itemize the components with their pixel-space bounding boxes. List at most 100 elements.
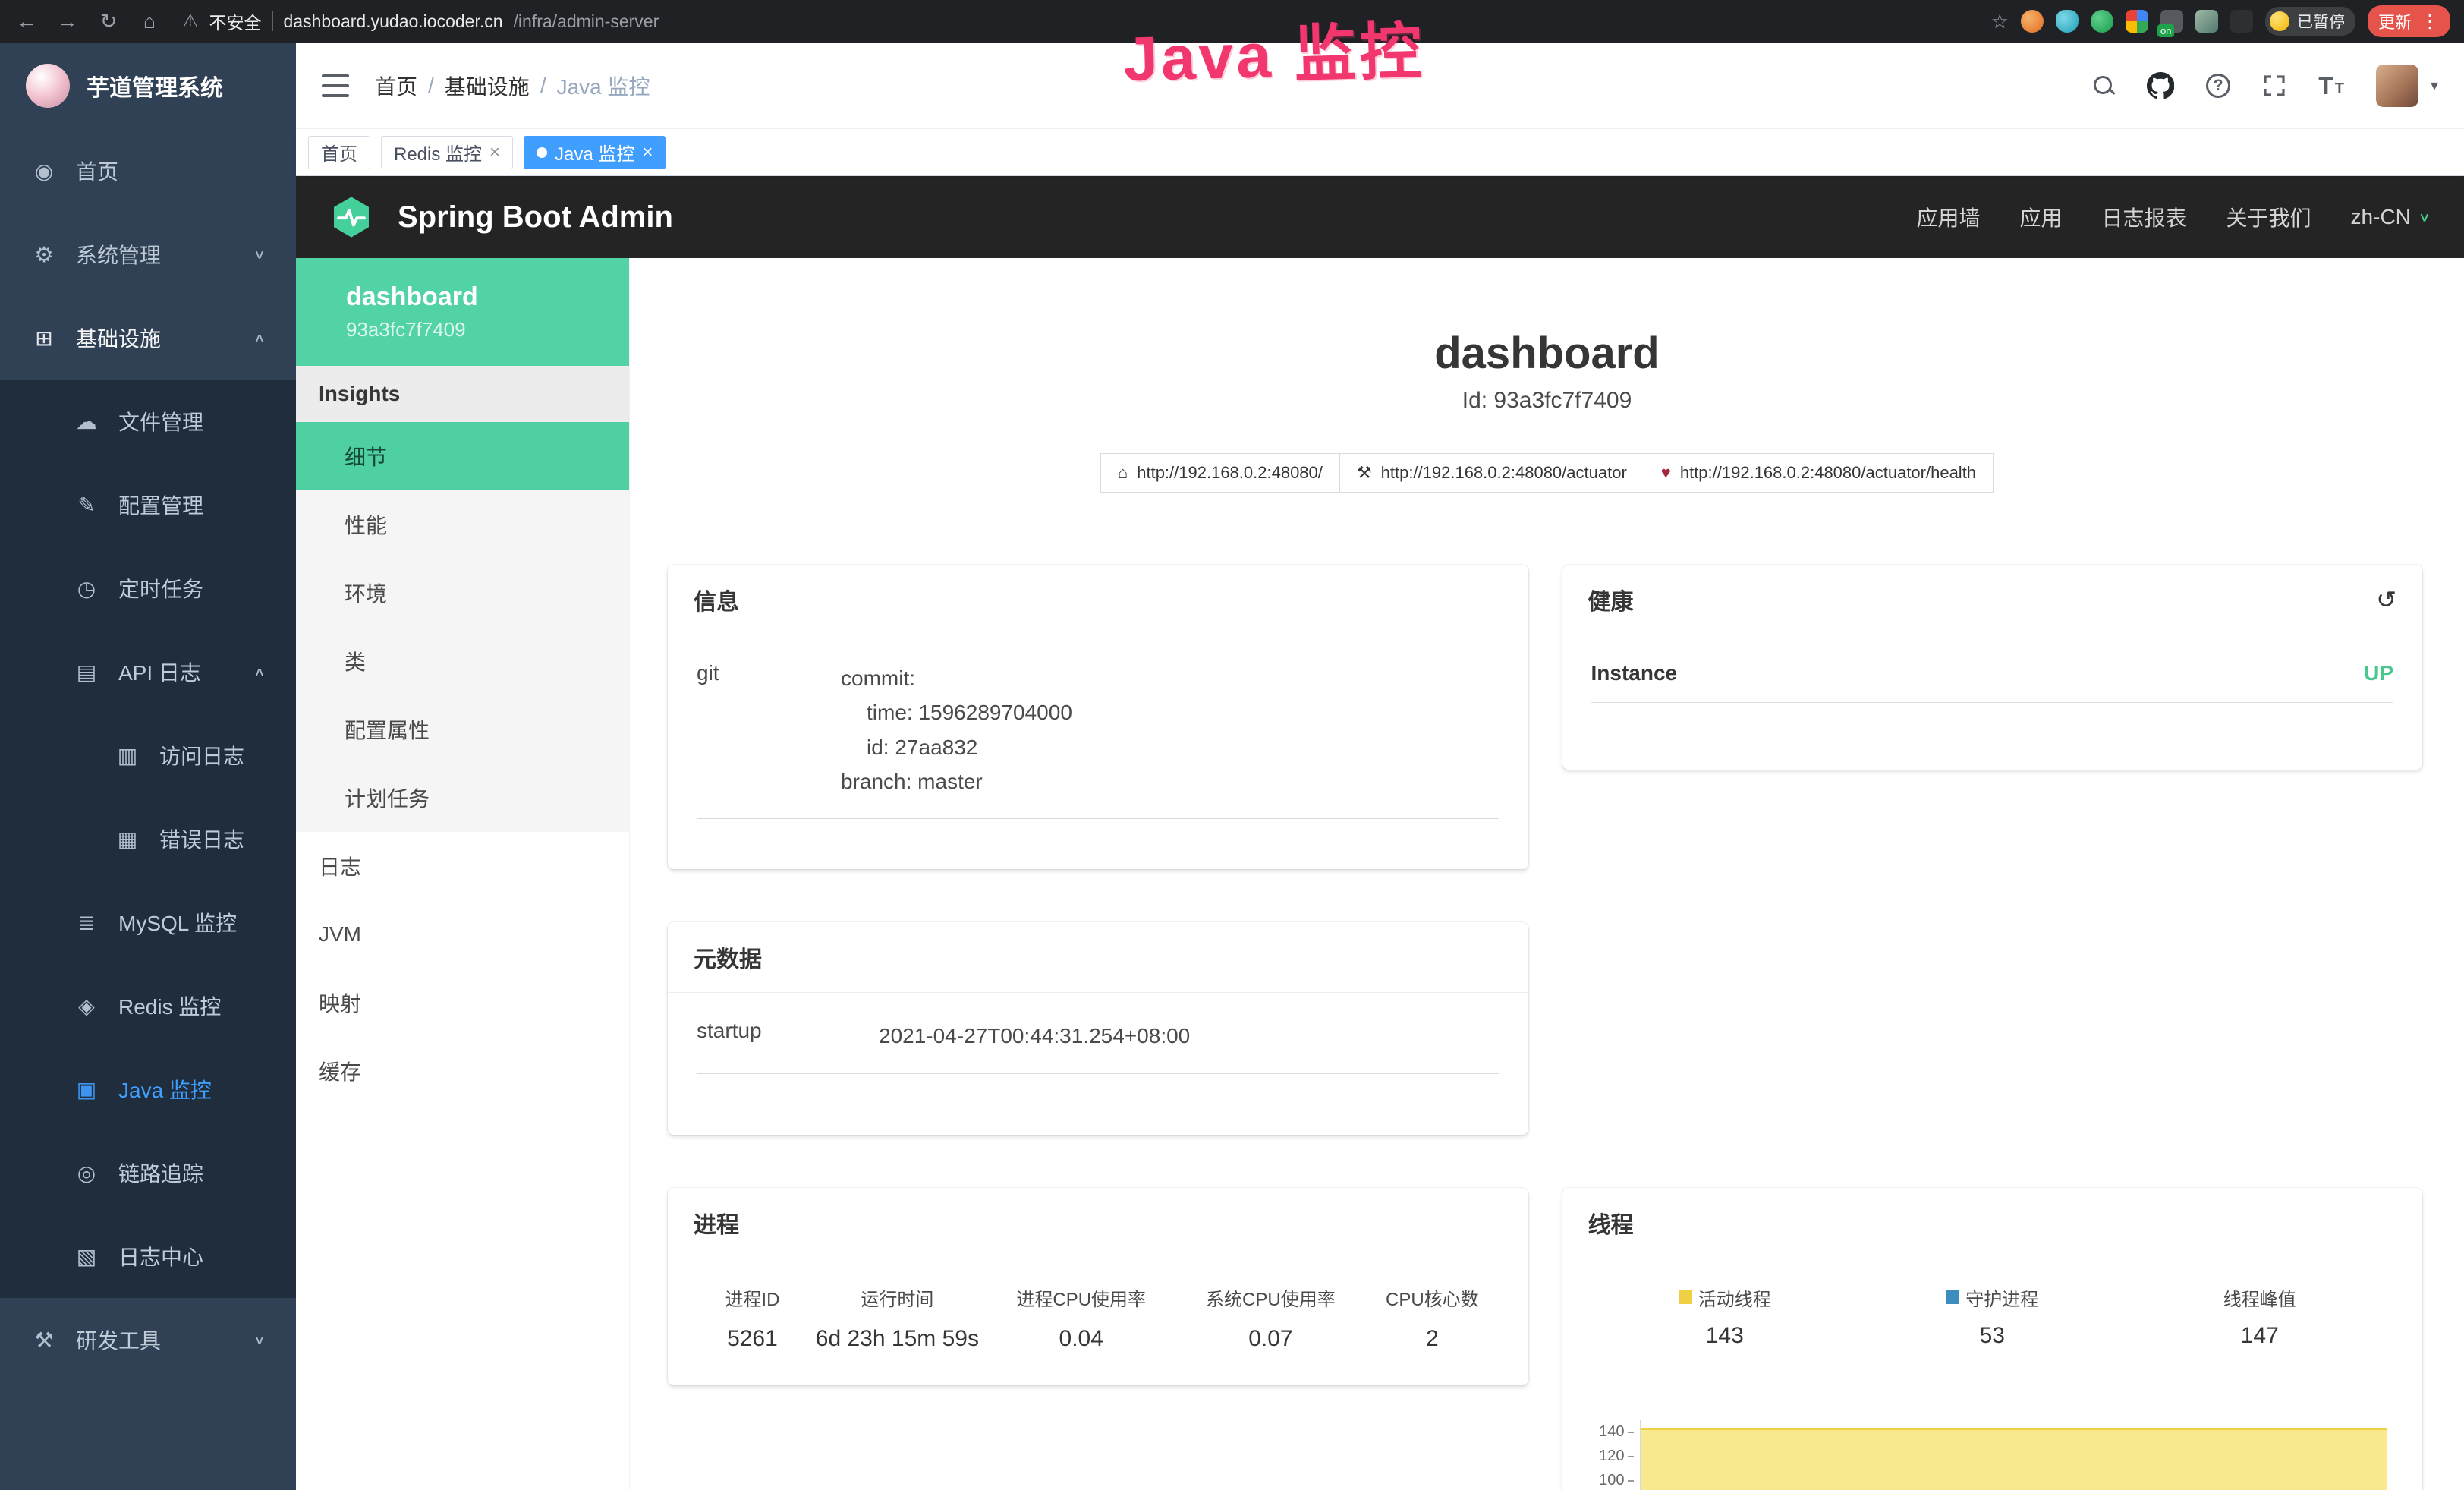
app-logo[interactable]: 芋道管理系统 [0, 43, 296, 129]
url-host[interactable]: dashboard.yudao.iocoder.cn [284, 11, 503, 32]
security-warning-icon: ⚠ [182, 11, 199, 33]
breadcrumb-infrastructure[interactable]: 基础设施 [445, 71, 530, 101]
topbar-actions: ? T T ▾ [2092, 65, 2438, 107]
health-row-instance[interactable]: Instance UP [1591, 661, 2394, 703]
sba-item-classes[interactable]: 类 [296, 627, 629, 695]
process-cpu-value: 0.04 [987, 1326, 1176, 1352]
sidebar-item-file-management[interactable]: ☁ 文件管理 [0, 380, 296, 463]
sidebar-item-java-monitor[interactable]: ▣ Java 监控 [0, 1047, 296, 1131]
close-icon[interactable]: × [489, 143, 500, 162]
address-bar[interactable]: ⚠ 不安全 dashboard.yudao.iocoder.cn/infra/a… [182, 8, 1976, 34]
extension-icon-2[interactable] [2056, 10, 2079, 33]
sidebar-item-access-logs[interactable]: ▥ 访问日志 [0, 713, 296, 797]
sba-item-jvm[interactable]: JVM [296, 900, 629, 969]
sba-nav-about[interactable]: 关于我们 [2226, 202, 2311, 232]
card-title: 进程 [694, 1206, 739, 1240]
sidebar-item-error-logs[interactable]: ▦ 错误日志 [0, 797, 296, 880]
threads-card-body: 活动线程 守护进程 线程峰值 143 [1562, 1258, 2423, 1490]
sidebar-collapse-icon[interactable] [322, 74, 349, 97]
security-label[interactable]: 不安全 [209, 8, 262, 34]
user-avatar[interactable] [2376, 65, 2418, 107]
sidebar-item-system[interactable]: ⚙ 系统管理 ∨ [0, 213, 296, 296]
browser-forward-icon[interactable]: → [55, 10, 80, 33]
sba-item-logfile[interactable]: 日志 [296, 832, 629, 900]
sidebar-item-label: Redis 监控 [118, 991, 221, 1021]
service-url-link[interactable]: ⌂ http://192.168.0.2:48080/ [1100, 453, 1340, 493]
sba-item-details[interactable]: 细节 [296, 422, 629, 490]
process-uptime-value: 6d 23h 15m 59s [808, 1326, 987, 1352]
sidebar-item-api-logs[interactable]: ▤ API 日志 ∧ [0, 630, 296, 713]
instance-header[interactable]: dashboard 93a3fc7f7409 [296, 258, 629, 366]
search-icon[interactable] [2092, 74, 2115, 97]
app-logo-icon [26, 64, 70, 108]
locale-selector[interactable]: zh-CN ∨ [2351, 205, 2431, 229]
extension-icon-4[interactable] [2126, 10, 2148, 33]
sba-item-metrics[interactable]: 性能 [296, 490, 629, 559]
sidebar-item-tracing[interactable]: ◎ 链路追踪 [0, 1131, 296, 1214]
document-icon: ▥ [114, 743, 141, 768]
github-icon[interactable] [2147, 72, 2174, 99]
sba-nav-applications[interactable]: 应用 [2020, 202, 2063, 232]
sba-item-config-props[interactable]: 配置属性 [296, 695, 629, 764]
health-url-link[interactable]: ♥ http://192.168.0.2:48080/actuator/heal… [1644, 453, 1994, 493]
sba-navbar: Spring Boot Admin 应用墙 应用 日志报表 关于我们 zh-CN… [296, 176, 2464, 258]
admin-menu: ◉ 首页 ⚙ 系统管理 ∨ ⊞ 基础设施 ∧ ☁ 文件管理 [0, 129, 296, 1381]
sba-nav-wallboard[interactable]: 应用墙 [1916, 202, 1980, 232]
cloud-icon: ☁ [73, 409, 100, 434]
avatar-caret-icon[interactable]: ▾ [2431, 76, 2438, 95]
info-value: commit: time: 1596289704000 id: 27aa832 … [841, 661, 1072, 799]
address-divider [272, 11, 273, 31]
live-threads-area [1641, 1428, 2388, 1490]
browser-update-button[interactable]: 更新 ⋮ [2368, 5, 2450, 37]
sidebar-item-log-center[interactable]: ▧ 日志中心 [0, 1214, 296, 1298]
sba-item-scheduled-tasks[interactable]: 计划任务 [296, 764, 629, 832]
tab-redis-monitor[interactable]: Redis 监控 × [381, 136, 513, 169]
browser-home-icon[interactable]: ⌂ [137, 10, 162, 33]
fullscreen-icon[interactable] [2262, 74, 2286, 98]
sidebar-item-mysql-monitor[interactable]: ≣ MySQL 监控 [0, 880, 296, 964]
chevron-up-icon: ∧ [253, 330, 266, 345]
sba-brand-title[interactable]: Spring Boot Admin [398, 200, 673, 235]
sidebar-item-redis-monitor[interactable]: ◈ Redis 监控 [0, 964, 296, 1047]
metadata-card: 元数据 startup 2021-04-27T00:44:31.254+08:0… [668, 922, 1528, 1134]
history-icon[interactable]: ↺ [2376, 587, 2396, 612]
screen: Java 监控 ← → ↻ ⌂ ⚠ 不安全 dashboard.yudao.io… [0, 0, 2464, 1490]
sidebar-item-config-management[interactable]: ✎ 配置管理 [0, 463, 296, 547]
extension-paused-pill[interactable]: 已暂停 [2265, 7, 2355, 36]
actuator-url-link[interactable]: ⚒ http://192.168.0.2:48080/actuator [1339, 453, 1644, 493]
extension-icon-3[interactable] [2091, 10, 2113, 33]
extension-icon-7[interactable] [2230, 10, 2253, 33]
process-pid-value: 5261 [697, 1326, 808, 1352]
browser-menu-icon[interactable]: ⋮ [2421, 11, 2440, 33]
browser-back-icon[interactable]: ← [14, 10, 39, 33]
metadata-card-body: startup 2021-04-27T00:44:31.254+08:00 [668, 993, 1528, 1134]
y-tick: 140 [1591, 1423, 1625, 1441]
tab-java-monitor[interactable]: Java 监控 × [524, 136, 666, 169]
home-icon: ⌂ [1118, 463, 1128, 483]
extension-icon-proxy[interactable]: on [2160, 10, 2183, 33]
sba-nav-journal[interactable]: 日志报表 [2102, 202, 2187, 232]
threads-chart: 140 120 100 [1591, 1393, 2394, 1490]
font-size-icon[interactable]: T T [2318, 74, 2344, 98]
tags-view: 首页 Redis 监控 × Java 监控 × [296, 129, 2464, 176]
sba-item-environment[interactable]: 环境 [296, 559, 629, 627]
breadcrumb-home[interactable]: 首页 [375, 71, 417, 101]
legend-label: 活动线程 [1698, 1284, 1771, 1311]
sidebar-item-home[interactable]: ◉ 首页 [0, 129, 296, 213]
url-path[interactable]: /infra/admin-server [514, 11, 659, 32]
sba-item-caches[interactable]: 缓存 [296, 1037, 629, 1105]
tab-home[interactable]: 首页 [308, 136, 370, 169]
extension-icon-1[interactable] [2021, 10, 2044, 33]
git-id-line: id: 27aa832 [841, 730, 1072, 764]
extension-icon-6[interactable] [2195, 10, 2218, 33]
sba-sidebar: dashboard 93a3fc7f7409 Insights 细节 性能 环境… [296, 258, 630, 1490]
close-icon[interactable]: × [642, 143, 653, 162]
sba-item-mappings[interactable]: 映射 [296, 969, 629, 1037]
sidebar-item-infrastructure[interactable]: ⊞ 基础设施 ∧ [0, 296, 296, 380]
sba-body: dashboard 93a3fc7f7409 Insights 细节 性能 环境… [296, 258, 2464, 1490]
bookmark-star-icon[interactable]: ☆ [1991, 10, 2009, 33]
help-icon[interactable]: ? [2206, 74, 2230, 98]
sidebar-item-dev-tools[interactable]: ⚒ 研发工具 ∨ [0, 1298, 296, 1381]
browser-reload-icon[interactable]: ↻ [96, 10, 121, 33]
sidebar-item-scheduled-jobs[interactable]: ◷ 定时任务 [0, 547, 296, 630]
